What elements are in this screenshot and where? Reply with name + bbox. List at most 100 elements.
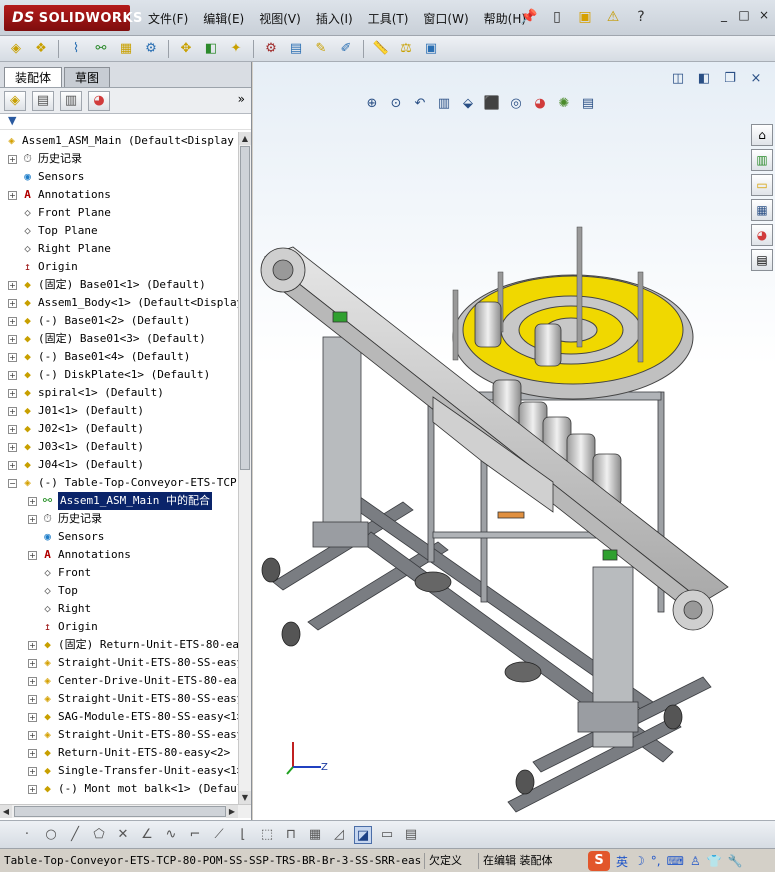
tree-item[interactable]: + ◈ Straight-Unit-ETS-80-SS-easy< [0, 654, 238, 672]
tree-expander-icon[interactable]: + [28, 659, 37, 668]
tree-item[interactable]: − ◈ (-) Table-Top-Conveyor-ETS-TCP-8 [0, 474, 238, 492]
tree-expander-icon[interactable]: + [28, 767, 37, 776]
tree-item[interactable]: ↥ Origin [0, 258, 238, 276]
trim-icon[interactable]: ✕ [114, 826, 132, 844]
tree-expander-icon[interactable]: + [8, 371, 17, 380]
assembly-features-icon[interactable]: ✦ [226, 39, 246, 59]
help-icon[interactable]: ? [632, 8, 650, 26]
pushpin-icon[interactable]: 📌 [520, 8, 538, 26]
display-manager-icon[interactable]: ◕ [88, 90, 110, 111]
tree-item[interactable]: + ◆ J03<1> (Default) [0, 438, 238, 456]
wrench-icon[interactable]: 🔧 [728, 854, 743, 868]
open-folder-icon[interactable]: ▣ [576, 8, 594, 26]
paperclip-icon[interactable]: ⌇ [66, 39, 86, 59]
tree-item[interactable]: ↥ Origin [0, 618, 238, 636]
menu-tools[interactable]: 工具(T) [368, 10, 409, 27]
design-library-icon[interactable]: ▥ [751, 149, 773, 171]
tree-item[interactable]: + ◆ SAG-Module-ETS-80-SS-easy<1> [0, 708, 238, 726]
tree-item[interactable]: + ◆ spiral<1> (Default) [0, 384, 238, 402]
tree-item[interactable]: + ◈ Center-Drive-Unit-ETS-80-easy [0, 672, 238, 690]
grid-icon[interactable]: ▦ [306, 826, 324, 844]
point-icon[interactable]: · [18, 826, 36, 844]
tree-item[interactable]: + ◈ Straight-Unit-ETS-80-SS-easy< [0, 690, 238, 708]
tree-item[interactable]: ◇ Right [0, 600, 238, 618]
rectangle-icon[interactable]: ⬚ [258, 826, 276, 844]
insert-component-icon[interactable]: ❖ [31, 39, 51, 59]
tree-expander-icon[interactable]: + [8, 335, 17, 344]
tree-expander-icon[interactable]: + [8, 443, 17, 452]
file-explorer-icon[interactable]: ▭ [751, 174, 773, 196]
tree-horizontal-scrollbar[interactable]: ◀ ▶ [0, 804, 251, 818]
tree-item[interactable]: + ◆ (固定) Return-Unit-ETS-80-eas [0, 636, 238, 654]
person-icon[interactable]: ♙ [690, 854, 701, 868]
menu-file[interactable]: 文件(F) [148, 10, 188, 27]
tree-expander-icon[interactable]: + [28, 731, 37, 740]
tree-item[interactable]: + ◆ (固定) Base01<1> (Default) [0, 276, 238, 294]
tree-item[interactable]: ◇ Front Plane [0, 204, 238, 222]
tree-expander-icon[interactable]: + [8, 461, 17, 470]
construction-line-icon[interactable]: ⟋ [210, 826, 228, 844]
graphics-area[interactable]: ◫ ◧ ❐ × ⊕ ⊙ ↶ ▥ ⬙ ⬛ ◎ ◕ ✺ ▤ ⌂ ▥ ▭ ▦ ◕ ▤ [253, 62, 775, 820]
tree-expander-icon[interactable]: + [28, 695, 37, 704]
tab-sketch[interactable]: 草图 [64, 67, 111, 87]
exploded-view-icon[interactable]: ▤ [286, 39, 306, 59]
tree-expander-icon[interactable]: + [28, 677, 37, 686]
tree-expander-icon[interactable]: + [28, 713, 37, 722]
property-manager-icon[interactable]: ▤ [32, 90, 54, 111]
tree-expander-icon[interactable]: + [8, 191, 17, 200]
measure-icon[interactable]: 📏 [371, 39, 391, 59]
smart-dimension-icon[interactable]: ⌐ [186, 826, 204, 844]
interference-detection-icon[interactable]: ⚙ [261, 39, 281, 59]
keyboard-icon[interactable]: ⌨ [667, 854, 684, 868]
warning-icon[interactable]: ⚠ [604, 8, 622, 26]
menu-edit[interactable]: 编辑(E) [203, 10, 244, 27]
tree-item[interactable]: ◇ Top [0, 582, 238, 600]
bill-of-materials-icon[interactable]: ▣ [421, 39, 441, 59]
tree-item[interactable]: + A Annotations [0, 546, 238, 564]
tree-item[interactable]: + ◆ J04<1> (Default) [0, 456, 238, 474]
new-document-icon[interactable]: ▯ [548, 8, 566, 26]
tree-item[interactable]: + ◆ J02<1> (Default) [0, 420, 238, 438]
menu-window[interactable]: 窗口(W) [423, 10, 468, 27]
tree-expander-icon[interactable]: + [8, 299, 17, 308]
tree-item[interactable]: ◇ Front [0, 564, 238, 582]
more-tabs-icon[interactable]: » [238, 92, 245, 106]
tree-filter[interactable]: ▼ [0, 114, 251, 130]
tree-item[interactable]: + ◈ Straight-Unit-ETS-80-SS-easy< [0, 726, 238, 744]
tree-item[interactable]: + ◆ (固定) Base01<3> (Default) [0, 330, 238, 348]
smart-fasteners-icon[interactable]: ⚙ [141, 39, 161, 59]
corner-icon[interactable]: ⌊ [234, 826, 252, 844]
custom-properties-icon[interactable]: ▤ [751, 249, 773, 271]
tree-item[interactable]: + ◆ (-) Mont mot balk<1> (Default [0, 780, 238, 798]
feature-manager-icon[interactable]: ◈ [4, 90, 26, 111]
scroll-up-icon[interactable]: ▲ [239, 132, 251, 145]
table-icon[interactable]: ▤ [402, 826, 420, 844]
tree-expander-icon[interactable]: + [8, 317, 17, 326]
tree-expander-icon[interactable]: − [8, 479, 17, 488]
appearances-icon[interactable]: ◕ [751, 224, 773, 246]
tree-item[interactable]: + ◆ (-) DiskPlate<1> (Default) [0, 366, 238, 384]
window-tile-icon[interactable]: ▭ [378, 826, 396, 844]
circle-icon[interactable]: ○ [42, 826, 60, 844]
tree-item[interactable]: ◇ Right Plane [0, 240, 238, 258]
solidworks-logo[interactable]: DS SOLIDWORKS [4, 5, 142, 31]
minimize-button[interactable]: _ [717, 8, 731, 22]
polygon-icon[interactable]: ⬠ [90, 826, 108, 844]
tree-item[interactable]: + ◆ J01<1> (Default) [0, 402, 238, 420]
conveyor-assembly-model[interactable] [253, 62, 753, 820]
tree-item[interactable]: ◈ Assem1_ASM_Main (Default<Display S [0, 132, 238, 150]
display-style-shaded-icon[interactable]: ◪ [354, 825, 372, 844]
tree-expander-icon[interactable]: + [28, 641, 37, 650]
tree-expander-icon[interactable]: + [8, 407, 17, 416]
tree-expander-icon[interactable]: + [28, 749, 37, 758]
tree-item[interactable]: + ◆ Single-Transfer-Unit-easy<1> [0, 762, 238, 780]
tree-item[interactable]: + ⏱ 历史记录 [0, 150, 238, 168]
tree-expander-icon[interactable]: + [8, 353, 17, 362]
tree-item[interactable]: + ◆ (-) Base01<2> (Default) [0, 312, 238, 330]
mate-icon[interactable]: ⚯ [91, 39, 111, 59]
tree-item[interactable]: ◇ Top Plane [0, 222, 238, 240]
sogou-ime-icon[interactable]: S [588, 851, 610, 871]
tree-expander-icon[interactable]: + [8, 155, 17, 164]
ime-language[interactable]: 英 [616, 853, 628, 870]
instant3d-icon[interactable]: ✐ [336, 39, 356, 59]
